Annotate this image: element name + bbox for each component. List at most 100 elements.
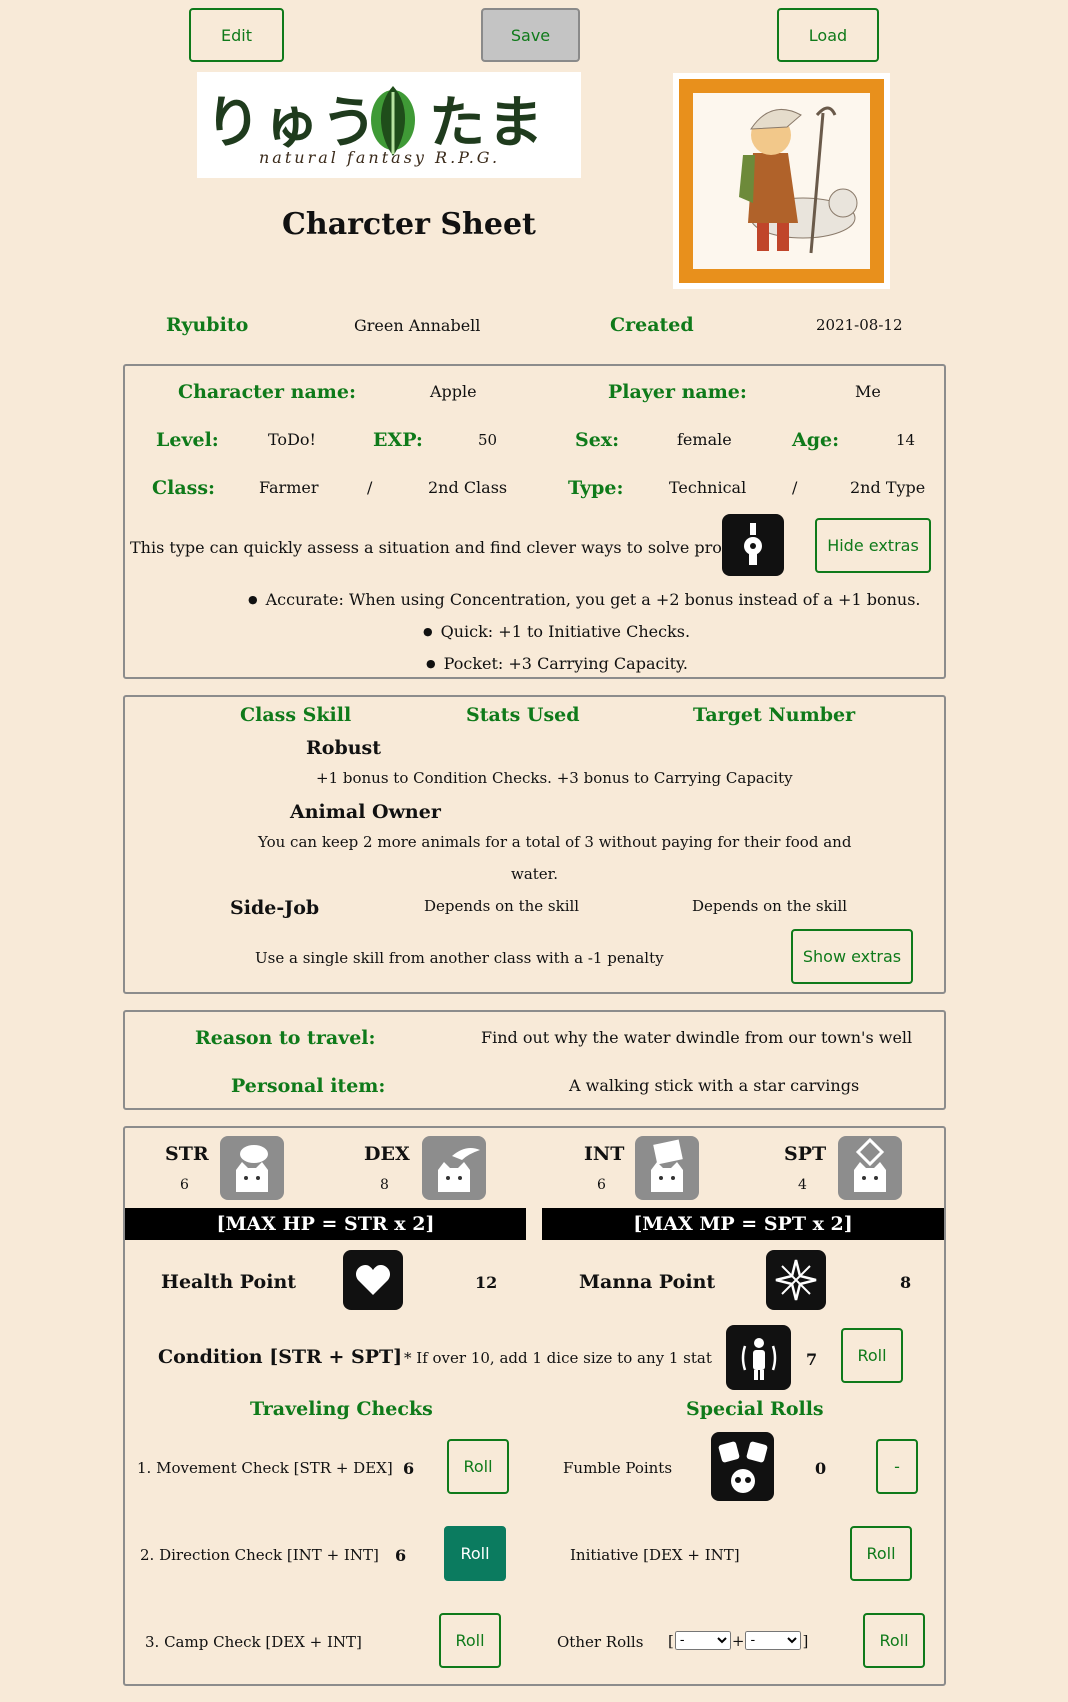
movement-roll-button[interactable]: Roll (447, 1439, 509, 1494)
condition-value: 7 (806, 1350, 818, 1369)
player-name-label: Player name: (608, 381, 747, 403)
star-icon (766, 1250, 826, 1310)
spt-label: SPT (784, 1143, 827, 1165)
logo-tagline: natural fantasy R.P.G. (259, 148, 501, 167)
str-cat-icon (220, 1136, 284, 1200)
race-label: Ryubito (166, 314, 249, 336)
trait-pocket: Pocket: +3 Carrying Capacity. (426, 654, 688, 673)
reason-to-travel-value: Find out why the water dwindle from our … (481, 1028, 913, 1047)
save-button[interactable]: Save (481, 8, 580, 62)
logo-text-right: たま (429, 90, 548, 156)
skill-side-job-stats: Depends on the skill (424, 897, 580, 915)
fumble-points-label: Fumble Points (563, 1459, 673, 1477)
age-value: 14 (896, 431, 916, 449)
str-label: STR (165, 1143, 209, 1165)
show-extras-button[interactable]: Show extras (791, 929, 913, 984)
exp-value: 50 (478, 431, 498, 449)
other-rolls-dice-picker: [ - + - ] (668, 1631, 808, 1650)
close-bracket: ] (802, 1631, 809, 1650)
player-name-value: Me (855, 382, 881, 401)
character-name-value: Apple (430, 382, 477, 401)
other-rolls-label: Other Rolls (557, 1633, 644, 1651)
int-cat-icon (635, 1136, 699, 1200)
movement-check-value: 6 (403, 1459, 415, 1478)
stats-used-header: Stats Used (466, 704, 580, 726)
personal-item-value: A walking stick with a star carvings (569, 1076, 860, 1095)
class-value: Farmer (259, 478, 319, 497)
str-value: 6 (180, 1177, 189, 1193)
other-roll-button[interactable]: Roll (863, 1613, 925, 1668)
skill-side-job-target: Depends on the skill (692, 897, 848, 915)
age-label: Age: (792, 429, 840, 451)
manna-point-label: Manna Point (579, 1271, 716, 1293)
dex-label: DEX (364, 1143, 410, 1165)
sex-label: Sex: (575, 429, 620, 451)
race-value: Green Annabell (354, 316, 481, 335)
camp-roll-button[interactable]: Roll (439, 1613, 501, 1668)
condition-label: Condition [STR + SPT] (158, 1346, 403, 1368)
second-type-value: 2nd Type (850, 478, 926, 497)
skill-side-job-desc: Use a single skill from another class wi… (255, 949, 664, 967)
dex-value: 8 (380, 1177, 389, 1193)
type-label: Type: (568, 477, 624, 499)
condition-note: * If over 10, add 1 dice size to any 1 s… (404, 1349, 712, 1367)
reason-to-travel-label: Reason to travel: (195, 1027, 376, 1049)
trait-accurate: Accurate: When using Concentration, you … (248, 590, 921, 609)
camp-check-label: 3. Camp Check [DEX + INT] (145, 1633, 362, 1651)
class-skill-header: Class Skill (240, 704, 352, 726)
health-point-label: Health Point (161, 1271, 297, 1293)
level-value: ToDo! (268, 430, 316, 449)
target-number-header: Target Number (693, 704, 856, 726)
spt-cat-icon (838, 1136, 902, 1200)
edit-button[interactable]: Edit (189, 8, 284, 62)
manna-point-value: 8 (900, 1273, 912, 1292)
spt-value: 4 (798, 1177, 807, 1193)
second-class-value: 2nd Class (428, 478, 508, 497)
sex-value: female (677, 430, 732, 449)
skill-animal-owner-desc-1: You can keep 2 more animals for a total … (258, 833, 852, 851)
fumble-points-value: 0 (815, 1459, 827, 1478)
level-label: Level: (156, 429, 219, 451)
ryuutama-logo: りゅう たま natural fantasy R.P.G. (197, 72, 581, 178)
created-date: 2021-08-12 (816, 316, 903, 334)
max-mp-banner: [MAX MP = SPT x 2] (542, 1208, 944, 1240)
traveling-checks-title: Traveling Checks (250, 1398, 433, 1420)
load-button[interactable]: Load (777, 8, 879, 62)
dice-select-a[interactable]: - (674, 1631, 731, 1650)
type-separator: / (792, 478, 798, 497)
condition-roll-button[interactable]: Roll (841, 1328, 903, 1383)
skill-animal-owner-name: Animal Owner (290, 801, 441, 823)
condition-body-icon (726, 1325, 791, 1390)
skill-robust-name: Robust (306, 737, 382, 759)
initiative-label: Initiative [DEX + INT] (570, 1546, 740, 1564)
initiative-roll-button[interactable]: Roll (850, 1526, 912, 1581)
hide-extras-button[interactable]: Hide extras (815, 518, 931, 573)
int-value: 6 (597, 1177, 606, 1193)
technical-type-icon (722, 514, 784, 576)
created-label: Created (610, 314, 694, 336)
class-label: Class: (152, 477, 216, 499)
int-label: INT (584, 1143, 625, 1165)
direction-check-label: 2. Direction Check [INT + INT] (140, 1546, 379, 1564)
heart-icon (343, 1250, 403, 1310)
open-bracket: [ (668, 1631, 674, 1650)
type-value: Technical (669, 478, 747, 497)
character-illustration (739, 106, 858, 254)
logo-text-left: りゅう (205, 90, 379, 156)
max-hp-banner: [MAX HP = STR x 2] (125, 1208, 526, 1240)
type-description: This type can quickly assess a situation… (130, 538, 776, 557)
special-rolls-title: Special Rolls (686, 1398, 824, 1420)
direction-roll-button[interactable]: Roll (444, 1526, 506, 1581)
personal-item-label: Personal item: (231, 1075, 386, 1097)
skill-animal-owner-desc-2: water. (511, 865, 558, 883)
class-separator: / (367, 478, 373, 497)
fumble-decrement-button[interactable]: - (876, 1439, 918, 1494)
direction-check-value: 6 (395, 1546, 407, 1565)
dice-select-b[interactable]: - (745, 1631, 802, 1650)
exp-label: EXP: (373, 429, 423, 451)
trait-quick: Quick: +1 to Initiative Checks. (423, 622, 690, 641)
character-portrait (673, 73, 890, 289)
movement-check-label: 1. Movement Check [STR + DEX] (137, 1459, 393, 1477)
character-name-label: Character name: (178, 381, 356, 403)
skill-side-job-name: Side-Job (230, 897, 320, 919)
